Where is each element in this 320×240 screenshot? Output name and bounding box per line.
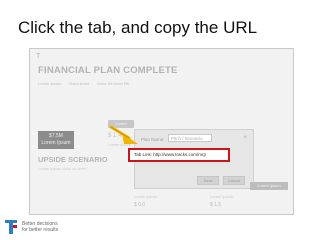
plan-name-field[interactable]: Pitch / Scenario (168, 134, 212, 142)
tab-link-text: Tab Link: http://www.tracks.com/mrp (134, 152, 207, 157)
scenario-title: UPSIDE SCENARIO (38, 155, 108, 164)
brand-tagline: Better decisions for better results (22, 221, 58, 233)
tab-link-field[interactable]: Tab Link: http://www.tracks.com/mrp (128, 148, 230, 162)
brand-footer: Better decisions for better results (4, 219, 58, 235)
plan-name-label: Plan Name: (141, 137, 165, 142)
plan-links: Lorem Ipsum Dolor Amet Dolor Sit Amet El… (38, 81, 129, 86)
app-logo: T (36, 53, 41, 60)
footer-left-value: $ 0.0 (134, 202, 146, 208)
plan-title: FINANCIAL PLAN COMPLETE (38, 65, 178, 76)
brand-tagline-line2: for better results (22, 227, 59, 233)
slide-title: Click the tab, and copy the URL (18, 18, 258, 37)
footer-right-value: $ 1.5 (210, 202, 222, 208)
plan-link[interactable]: Lorem Ipsum (38, 81, 61, 86)
pointer-arrow-icon (109, 125, 138, 144)
footer-right-label: Lorem ipsum (210, 194, 234, 199)
scenario-subtitle: Lorem ipsum dolor sit amet (38, 166, 87, 171)
summary-card: $7.5M Lorem Ipsum (38, 131, 74, 149)
footer-button[interactable]: Lorem Ipsum (250, 182, 288, 190)
footer-left-label: Lorem ipsum (134, 194, 158, 199)
summary-card-label: Lorem Ipsum (41, 140, 71, 146)
brand-logo-icon (5, 220, 17, 234)
cancel-button[interactable]: Cancel (223, 176, 245, 185)
plan-link[interactable]: Dolor Sit Amet Elit (97, 81, 129, 86)
close-icon[interactable]: × (243, 135, 247, 141)
save-button[interactable]: Save (197, 176, 219, 185)
app-screenshot: T FINANCIAL PLAN COMPLETE Lorem Ipsum Do… (29, 48, 294, 215)
summary-card-value: $7.5M (49, 133, 63, 139)
plan-link[interactable]: Dolor Amet (69, 81, 89, 86)
